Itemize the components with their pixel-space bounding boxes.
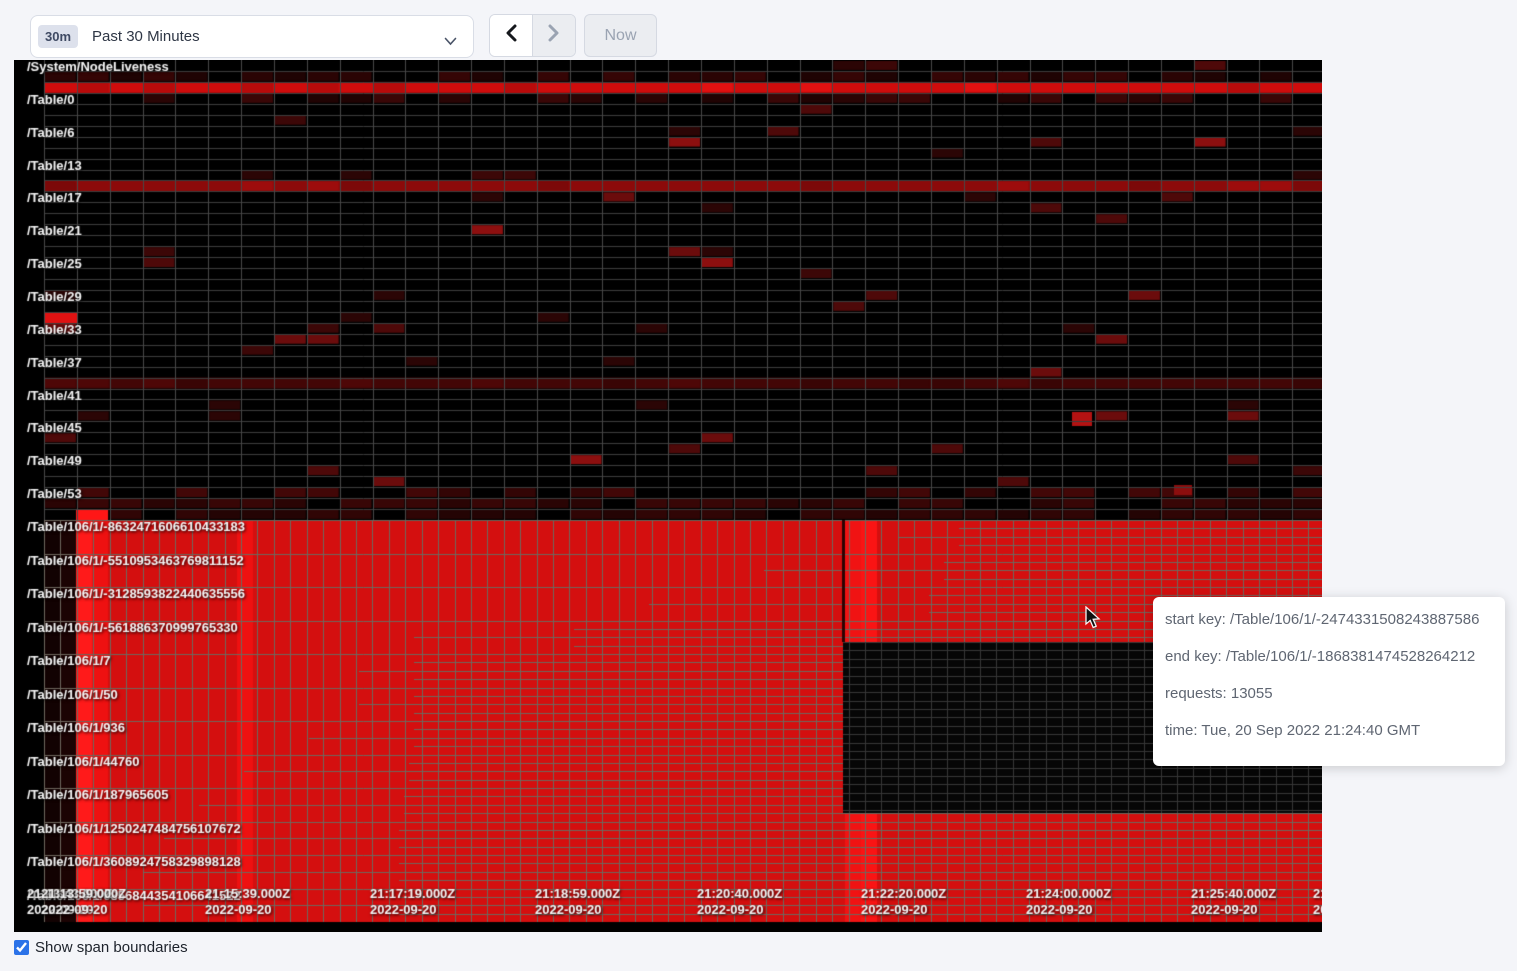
key-visualizer-heatmap[interactable]	[14, 60, 1322, 932]
now-button[interactable]: Now	[584, 14, 657, 57]
chevron-left-icon	[505, 24, 517, 47]
show-span-boundaries-label: Show span boundaries	[35, 939, 188, 956]
time-range-dropdown[interactable]: 30m Past 30 Minutes	[30, 15, 474, 58]
chevron-down-icon	[444, 33, 457, 51]
time-range-badge: 30m	[38, 25, 78, 48]
now-button-label: Now	[604, 27, 636, 45]
span-tooltip: start key: /Table/106/1/-247433150824388…	[1153, 597, 1505, 766]
next-interval-button[interactable]	[533, 15, 575, 56]
key-visualizer-page: { "toolbar": { "range_badge": "30m", "ra…	[0, 0, 1517, 971]
tooltip-time: time: Tue, 20 Sep 2022 21:24:40 GMT	[1165, 723, 1493, 739]
span-boundaries-row: Show span boundaries	[14, 939, 188, 956]
show-span-boundaries-checkbox[interactable]	[14, 940, 29, 955]
tooltip-start-key: start key: /Table/106/1/-247433150824388…	[1165, 612, 1493, 628]
time-range-label: Past 30 Minutes	[92, 28, 200, 45]
time-nav-group	[489, 14, 576, 57]
previous-interval-button[interactable]	[490, 15, 533, 56]
tooltip-requests: requests: 13055	[1165, 686, 1493, 702]
chevron-right-icon	[548, 24, 560, 47]
tooltip-end-key: end key: /Table/106/1/-18683814745282642…	[1165, 649, 1493, 665]
